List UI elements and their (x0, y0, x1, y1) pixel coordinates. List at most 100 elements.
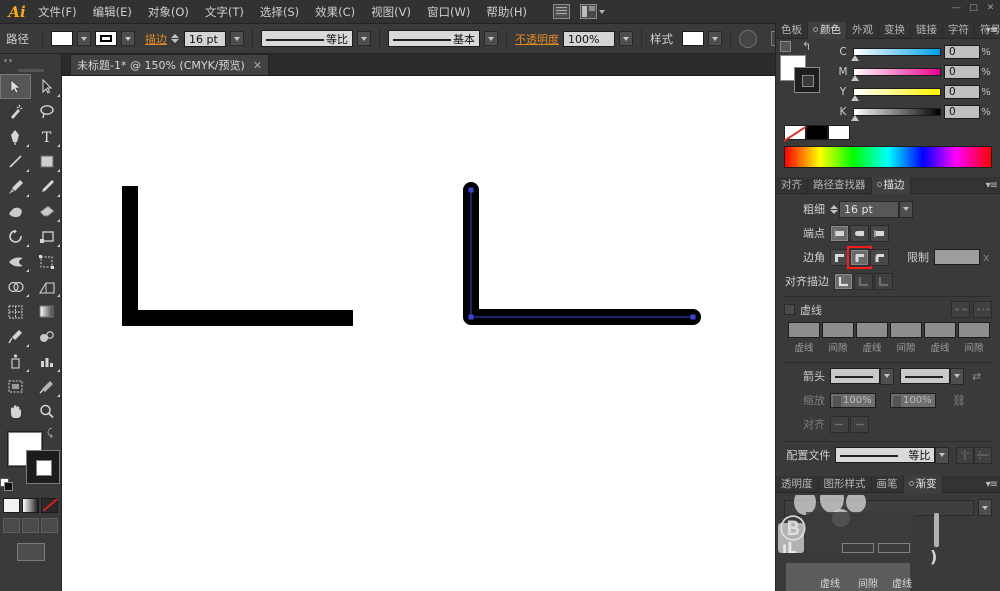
align-inside-button[interactable] (854, 273, 873, 290)
default-fill-stroke-icon[interactable] (0, 478, 12, 490)
stroke-profile-select[interactable]: 等比 (261, 30, 353, 47)
shape-builder-tool[interactable] (0, 274, 31, 299)
tab-graphic-styles[interactable]: 图形样式 (819, 476, 872, 493)
weight-stepper[interactable] (830, 205, 838, 214)
stroke-profile-dropdown[interactable] (357, 31, 371, 46)
black-value[interactable]: 0 (944, 105, 980, 119)
arrow-align-place-button[interactable] (850, 416, 869, 433)
arrowhead-end-dropdown[interactable] (950, 368, 964, 385)
butt-cap-button[interactable] (830, 225, 849, 242)
flip-horizontal-icon[interactable] (956, 447, 974, 464)
hand-tool[interactable] (0, 399, 31, 424)
tab-transparency[interactable]: 透明度 (776, 476, 819, 493)
column-graph-tool[interactable] (31, 349, 62, 374)
slice-tool[interactable] (31, 374, 62, 399)
menu-object[interactable]: 对象(O) (140, 1, 197, 23)
align-outside-button[interactable] (874, 273, 893, 290)
bridge-icon[interactable] (553, 4, 570, 19)
direct-selection-tool[interactable] (31, 74, 62, 99)
cyan-value[interactable]: 0 (944, 45, 980, 59)
none-button[interactable] (41, 498, 58, 513)
graphic-style-swatch[interactable] (682, 31, 704, 46)
dash-field-2[interactable] (856, 322, 888, 338)
menu-view[interactable]: 视图(V) (363, 1, 419, 23)
magic-wand-tool[interactable] (0, 99, 31, 124)
swap-arrows-icon[interactable]: ⇄ (972, 370, 981, 383)
bevel-join-button[interactable] (870, 249, 889, 266)
arrowhead-end-select[interactable] (900, 368, 950, 384)
miter-join-button[interactable] (830, 249, 849, 266)
document-setup-icon[interactable] (739, 30, 757, 48)
revert-color-icon[interactable]: ↰ (802, 40, 811, 53)
stroke-weight-field[interactable]: 16 pt (184, 31, 226, 47)
pen-tool[interactable] (0, 124, 31, 149)
profile-dropdown[interactable] (935, 447, 948, 464)
menu-select[interactable]: 选择(S) (252, 1, 307, 23)
gradient-preset-dropdown[interactable] (978, 499, 992, 516)
fill-stroke-toggle-icon[interactable] (780, 41, 791, 52)
none-swatch[interactable] (784, 125, 806, 140)
dash-align-corners-button[interactable] (973, 301, 992, 318)
menu-help[interactable]: 帮助(H) (478, 1, 535, 23)
close-icon[interactable]: ✕ (253, 59, 262, 72)
scale-tool[interactable] (31, 224, 62, 249)
draw-inside-button[interactable] (41, 518, 58, 533)
perspective-grid-tool[interactable] (31, 274, 62, 299)
opacity-label[interactable]: 不透明度 (515, 31, 559, 47)
gap-field-3[interactable] (958, 322, 990, 338)
draw-behind-button[interactable] (22, 518, 39, 533)
fill-dropdown-arrow[interactable] (77, 31, 91, 46)
limit-field[interactable] (934, 249, 980, 265)
gap-field-1[interactable] (822, 322, 854, 338)
link-icon[interactable]: ⛓ (952, 394, 966, 407)
chevron-down-icon[interactable] (599, 10, 605, 14)
brush-definition-select[interactable]: 基本 (388, 30, 480, 47)
eyedropper-tool[interactable] (0, 324, 31, 349)
white-swatch[interactable] (828, 125, 850, 140)
yellow-value[interactable]: 0 (944, 85, 980, 99)
pencil-tool[interactable] (31, 174, 62, 199)
stroke-dropdown-arrow[interactable] (121, 31, 135, 46)
profile-select[interactable]: 等比 (835, 447, 935, 463)
weight-field[interactable]: 16 pt (839, 201, 899, 218)
menu-window[interactable]: 窗口(W) (419, 1, 478, 23)
symbol-sprayer-tool[interactable] (0, 349, 31, 374)
gradient-button[interactable] (22, 498, 39, 513)
opacity-dropdown[interactable] (619, 31, 633, 46)
swap-fill-stroke-icon[interactable]: ⤹ (47, 428, 59, 440)
tab-links[interactable]: 链接 (911, 22, 943, 39)
round-cap-button[interactable] (850, 225, 869, 242)
arrowhead-start-select[interactable] (830, 368, 880, 384)
menu-file[interactable]: 文件(F) (30, 1, 85, 23)
rotate-tool[interactable] (0, 224, 31, 249)
rectangle-tool[interactable] (31, 149, 62, 174)
toolbar-grip[interactable] (0, 54, 61, 66)
selection-tool[interactable] (0, 74, 31, 99)
tab-gradient[interactable]: 渐变 (904, 476, 943, 493)
magenta-value[interactable]: 0 (944, 65, 980, 79)
gradient-preset-select[interactable] (784, 500, 974, 516)
change-screen-mode-button[interactable] (17, 543, 45, 561)
arrowhead-start-dropdown[interactable] (880, 368, 894, 385)
stroke-weight-dropdown[interactable] (230, 31, 244, 46)
dashed-line-checkbox[interactable] (784, 304, 795, 315)
dash-field-3[interactable] (924, 322, 956, 338)
panel-menu-icon[interactable]: ▾≡ (986, 479, 997, 490)
mesh-tool[interactable] (0, 299, 31, 324)
maximize-button[interactable]: □ (966, 2, 981, 15)
fill-color-swatch[interactable] (51, 31, 73, 46)
artboard-canvas[interactable] (62, 76, 775, 591)
tab-stroke[interactable]: 描边 (872, 177, 911, 194)
magenta-slider[interactable] (853, 68, 941, 76)
align-center-button[interactable] (834, 273, 853, 290)
eraser-tool[interactable] (31, 199, 62, 224)
menu-effect[interactable]: 效果(C) (307, 1, 363, 23)
dash-field-1[interactable] (788, 322, 820, 338)
graphic-style-dropdown[interactable] (708, 31, 722, 46)
stroke-weight-stepper[interactable] (171, 34, 179, 43)
color-spectrum-bar[interactable] (784, 146, 992, 168)
arrow-scale-start[interactable]: 100% (830, 393, 876, 408)
stroke-swatch-large[interactable] (26, 450, 60, 484)
line-segment-tool[interactable] (0, 149, 31, 174)
round-join-button[interactable] (850, 249, 869, 266)
